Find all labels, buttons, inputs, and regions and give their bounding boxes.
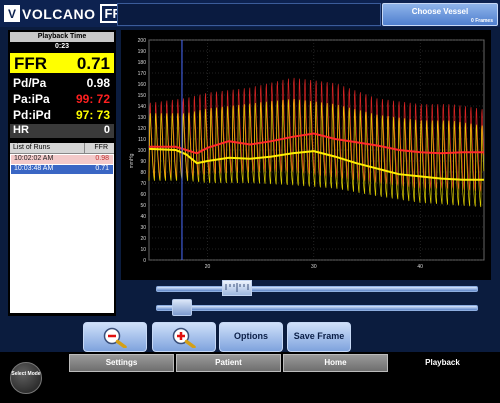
tab-label: Patient [215,358,242,367]
y-tick-label: 20 [140,236,146,242]
run-time: 10:03:48 AM [14,165,54,172]
column-divider [84,143,85,153]
tab-settings[interactable]: Settings [69,354,174,372]
logo-text: VOLCANO [22,5,96,22]
ffr-app-window: V VOLCANO FFR Choose Vessel 0 Frames Pla… [0,0,500,403]
choose-vessel-button[interactable]: Choose Vessel 0 Frames [382,3,498,26]
y-tick-label: 70 [140,181,146,187]
x-tick-label: 20 [205,264,211,270]
run-row-selected[interactable]: 10:03:48 AM 0.71 [11,165,113,174]
y-tick-label: 100 [138,148,147,154]
magnifier-plus-icon [153,326,215,348]
ffr-readout: FFR 0.71 [10,53,114,73]
tab-home[interactable]: Home [283,354,388,372]
run-row[interactable]: 10:02:02 AM 0.98 [11,155,113,164]
ruler-icon [225,283,249,292]
footer-strip [48,371,492,401]
y-tick-label: 140 [138,104,147,110]
pressure-chart-svg: 0 10 20 30 40 50 60 70 80 90 100 110 120 130 140 150 160… [129,38,485,270]
y-tick-label: 80 [140,170,146,176]
zoom-slider-track[interactable] [156,305,478,311]
y-tick-label: 130 [138,115,147,121]
y-tick-label: 50 [140,203,146,209]
x-tick-label: 30 [311,264,317,270]
playback-time-value: 0:23 [54,43,69,50]
x-tick-label: 40 [417,264,423,270]
y-axis-label: mmHg [129,153,135,168]
save-frame-button[interactable]: Save Frame [287,322,351,352]
options-button[interactable]: Options [219,322,283,352]
y-tick-label: 60 [140,192,146,198]
title-field [117,3,381,26]
y-tick-label: 190 [138,49,147,55]
tab-patient[interactable]: Patient [176,354,281,372]
pa-ipa-label: Pa:iPa [13,92,50,106]
hr-label: HR [13,124,29,136]
y-tick-label: 200 [138,38,147,44]
y-tick-label: 160 [138,82,147,88]
volcano-logo-icon: V [4,5,20,22]
y-tick-label: 0 [143,258,146,264]
pa-ipa-readout: Pa:iPa 99: 72 [10,92,114,107]
choose-vessel-label: Choose Vessel [411,7,469,16]
options-label: Options [234,331,268,341]
pdpa-label: Pd/Pa [13,76,47,90]
ffr-value: 0.71 [76,54,110,73]
pressure-chart[interactable]: 0 10 20 30 40 50 60 70 80 90 100 110 120 130 140 150 160… [121,30,491,280]
pd-ipd-label: Pd:iPd [13,108,51,122]
zoom-out-button[interactable] [83,322,147,352]
pa-ipa-value: 99: 72 [75,92,110,106]
run-ffr: 0.98 [95,155,109,162]
top-bar: V VOLCANO FFR Choose Vessel 0 Frames [0,0,500,27]
pdpa-value: 0.98 [86,76,110,90]
y-tick-label: 30 [140,225,146,231]
metrics-panel: Playback Time 0:23 FFR 0.71 Pd/Pa 0.98 P… [8,30,116,316]
y-tick-label: 90 [140,159,146,165]
pd-ipd-readout: Pd:iPd 97: 73 [10,108,114,123]
y-tick-label: 170 [138,71,147,77]
run-time: 10:02:02 AM [14,155,54,162]
select-mode-label: Select Mode [11,371,41,377]
run-ffr: 0.71 [95,165,109,172]
volcano-logo: V VOLCANO FFR [4,4,135,23]
pd-ipd-value: 97: 73 [75,108,110,122]
magnifier-minus-icon [84,326,146,348]
tab-label: Settings [105,358,138,367]
frame-count: 0 Frames [471,18,493,24]
y-tick-label: 40 [140,214,146,220]
y-tick-label: 10 [140,247,146,253]
playback-scrubber-handle[interactable] [222,280,252,296]
playback-time-header: Playback Time [10,32,114,42]
runs-list: List of Runs FFR 10:02:02 AM 0.98 10:03:… [10,143,114,313]
hr-value: 0 [103,124,110,136]
y-tick-label: 110 [138,137,146,143]
runs-header-ffr: FFR [94,144,108,151]
tab-playback[interactable]: Playback [390,354,495,372]
select-mode-button[interactable]: Select Mode [10,362,42,394]
hr-readout: HR 0 [10,124,114,138]
y-tick-label: 180 [138,60,147,66]
y-tick-label: 120 [138,126,147,132]
pdpa-readout: Pd/Pa 0.98 [10,76,114,91]
zoom-slider-handle[interactable] [172,299,192,316]
tab-label: Playback [425,358,460,367]
tab-label: Home [324,358,347,367]
runs-header-label: List of Runs [13,144,50,151]
ffr-label: FFR [14,54,48,73]
y-tick-label: 150 [138,93,147,99]
save-frame-label: Save Frame [293,331,345,341]
zoom-in-button[interactable] [152,322,216,352]
playback-scrubber-track[interactable] [156,286,478,292]
runs-list-header: List of Runs FFR [10,143,114,154]
